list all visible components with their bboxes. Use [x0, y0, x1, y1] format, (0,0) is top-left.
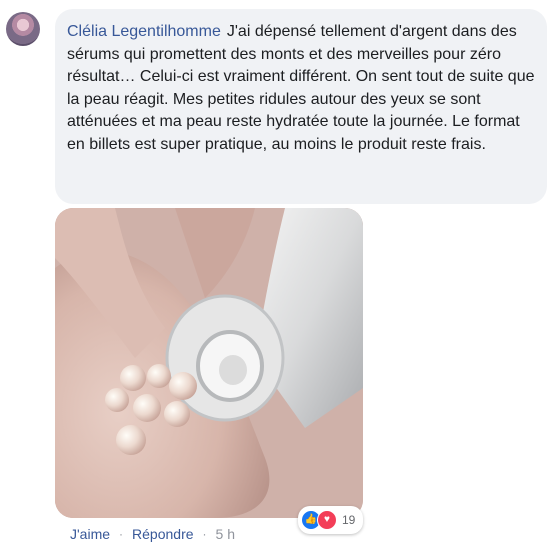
comment-actions: J'aime · Répondre · 5 h [70, 526, 235, 542]
comment-author[interactable]: Clélia Legentilhomme [67, 23, 221, 40]
reactions-summary[interactable]: 👍 ♥ 19 [298, 506, 364, 534]
love-icon: ♥ [317, 510, 337, 530]
avatar[interactable] [6, 12, 40, 46]
reaction-count: 19 [342, 513, 356, 527]
separator: · [202, 527, 207, 541]
separator: · [119, 527, 124, 541]
serum-pearls-image [55, 208, 363, 518]
reply-link[interactable]: Répondre [132, 526, 194, 542]
comment-photo[interactable] [55, 208, 363, 518]
comment-bubble: Clélia Legentilhomme J'ai dépensé telleme… [55, 9, 547, 204]
timestamp[interactable]: 5 h [216, 526, 235, 542]
comment-body: Clélia Legentilhomme J'ai dépensé telleme… [67, 21, 535, 157]
comment-text: J'ai dépensé tellement d'argent dans des… [67, 23, 535, 153]
like-link[interactable]: J'aime [70, 526, 110, 542]
